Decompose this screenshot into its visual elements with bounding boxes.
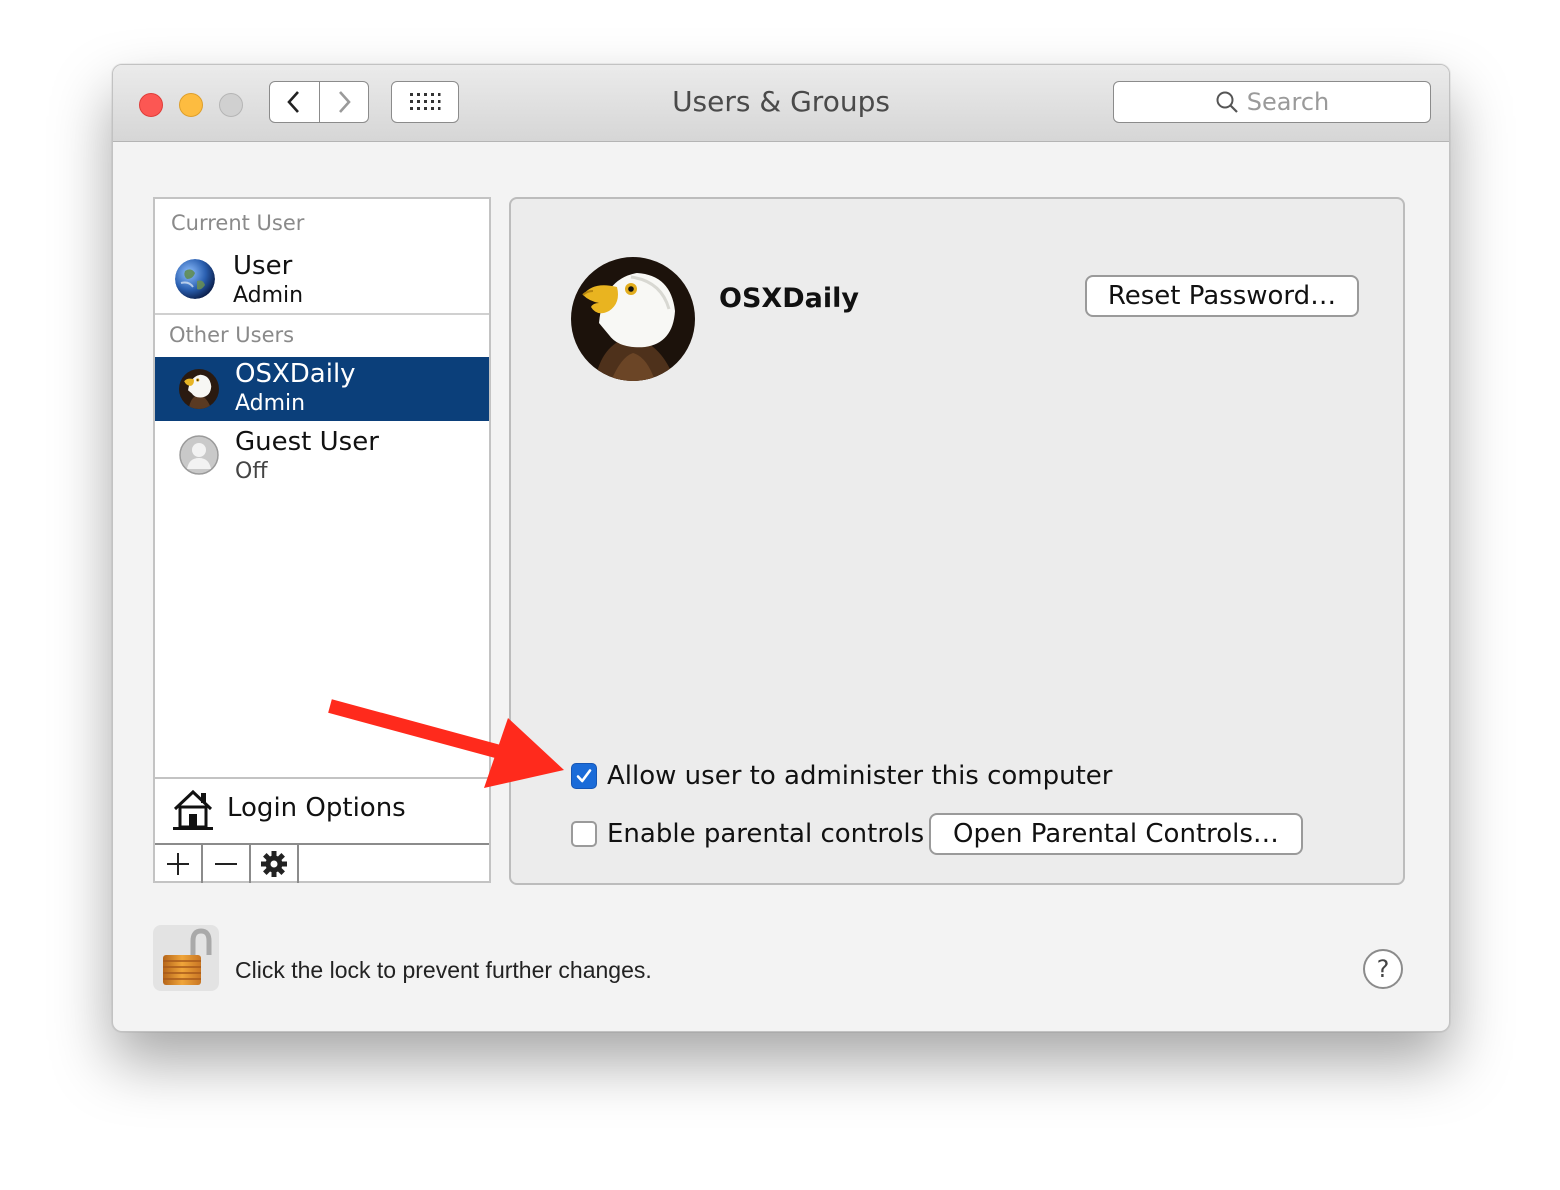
annotation-arrow-icon [328, 699, 564, 788]
